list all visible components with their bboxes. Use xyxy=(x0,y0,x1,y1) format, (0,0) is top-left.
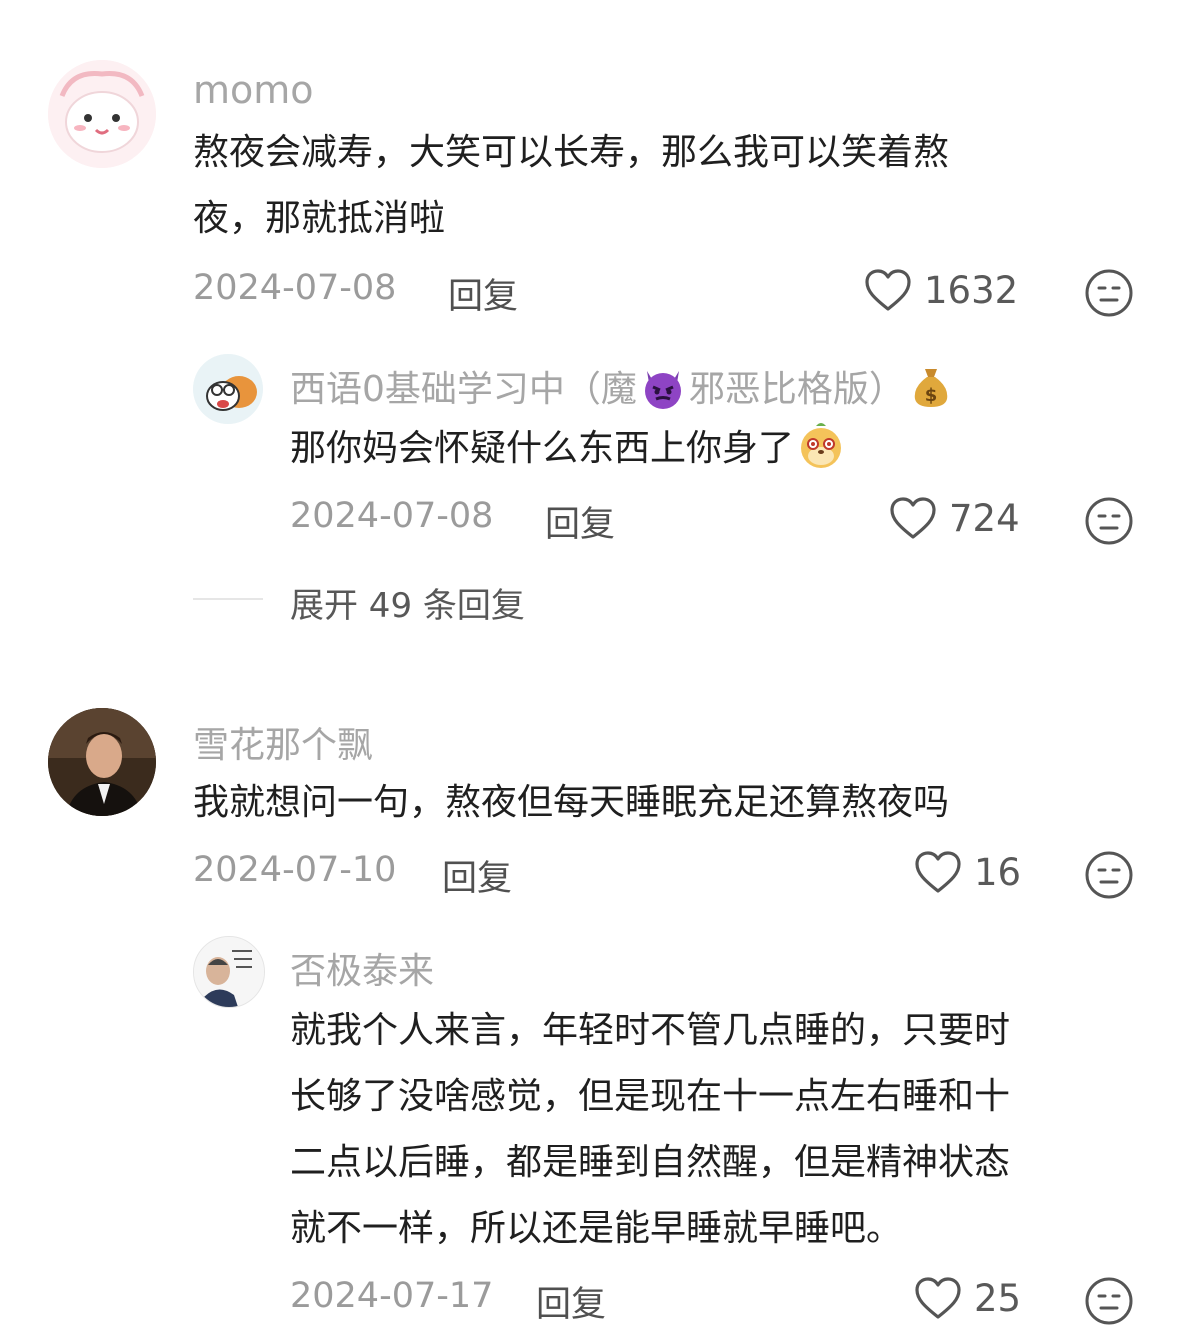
reply-text-line: 长够了没啥感觉，但是现在十一点左右睡和十 xyxy=(290,1076,1011,1117)
reply-button[interactable]: 回复 xyxy=(545,496,615,547)
avatar[interactable] xyxy=(48,708,156,816)
comment-text-line: 我就想问一句，熬夜但每天睡眠充足还算熬夜吗 xyxy=(193,782,950,823)
heart-icon xyxy=(865,269,911,311)
comment-date: 2024-07-10 xyxy=(193,850,397,890)
reply-button[interactable]: 回复 xyxy=(448,268,518,319)
avatar[interactable] xyxy=(193,936,265,1008)
like-count: 16 xyxy=(974,850,1022,894)
comment-text: 熬夜会减寿，大笑可以长寿，那么我可以笑着熬 夜，那就抵消啦 xyxy=(193,120,1133,252)
expand-divider xyxy=(193,598,263,600)
comment-text: 我就想问一句，熬夜但每天睡眠充足还算熬夜吗 xyxy=(193,770,1133,836)
reply-text-line: 二点以后睡，都是睡到自然醒，但是精神状态 xyxy=(290,1142,1011,1183)
username-text: 邪恶比格版） xyxy=(688,369,905,410)
comment-item: 雪花那个飘 我就想问一句，熬夜但每天睡眠充足还算熬夜吗 2024-07-10 回… xyxy=(0,700,1179,1339)
comment-text-line: 夜，那就抵消啦 xyxy=(193,198,446,239)
man-in-suit-icon xyxy=(48,708,156,816)
username-text: 西语0基础学习中（魔 xyxy=(290,369,637,410)
like-count: 724 xyxy=(949,496,1020,540)
reply-button[interactable]: 回复 xyxy=(536,1276,606,1327)
like-count: 1632 xyxy=(924,268,1019,312)
username[interactable]: momo xyxy=(193,68,314,112)
mole-face-emoji-icon xyxy=(801,423,842,468)
comment-text-line: 熬夜会减寿，大笑可以长寿，那么我可以笑着熬 xyxy=(193,132,950,173)
heart-icon xyxy=(915,1277,961,1319)
money-bag-emoji-icon: $ xyxy=(914,369,948,407)
avatar[interactable] xyxy=(193,354,263,424)
reply-text: 就我个人来言，年轻时不管几点睡的，只要时 长够了没啥感觉，但是现在十一点左右睡和… xyxy=(290,998,1150,1262)
like-count: 25 xyxy=(974,1276,1022,1320)
heart-icon xyxy=(890,497,936,539)
reply-date: 2024-07-17 xyxy=(290,1276,494,1316)
reply-text: 那你妈会怀疑什么东西上你身了 xyxy=(290,416,1130,482)
reply-text-line: 就不一样，所以还是能早睡就早睡吧。 xyxy=(290,1208,903,1249)
reply-text-content: 那你妈会怀疑什么东西上你身了 xyxy=(290,428,795,469)
neutral-face-icon[interactable] xyxy=(1084,850,1134,900)
svg-text:$: $ xyxy=(925,385,938,406)
neutral-face-icon[interactable] xyxy=(1084,496,1134,546)
comment-item: momo 熬夜会减寿，大笑可以长寿，那么我可以笑着熬 夜，那就抵消啦 2024-… xyxy=(0,0,1179,660)
like-button[interactable]: 724 xyxy=(889,496,1020,540)
reply-username[interactable]: 西语0基础学习中（魔 邪恶比格版） $ xyxy=(290,360,957,412)
cute-bunny-icon xyxy=(48,60,156,168)
neutral-face-icon[interactable] xyxy=(1084,1276,1134,1326)
comment-date: 2024-07-08 xyxy=(193,268,397,308)
reply-username[interactable]: 否极泰来 xyxy=(290,942,434,994)
sticker-icon xyxy=(194,937,264,1007)
devil-emoji-icon xyxy=(644,371,681,409)
reply-date: 2024-07-08 xyxy=(290,496,494,536)
expand-replies-button[interactable]: 展开 49 条回复 xyxy=(290,578,525,627)
username[interactable]: 雪花那个飘 xyxy=(193,716,373,768)
like-button[interactable]: 16 xyxy=(914,850,1021,894)
avatar[interactable] xyxy=(48,60,156,168)
like-button[interactable]: 1632 xyxy=(864,268,1018,312)
like-button[interactable]: 25 xyxy=(914,1276,1021,1320)
cartoon-dog-icon xyxy=(193,354,263,424)
reply-button[interactable]: 回复 xyxy=(442,850,512,901)
neutral-face-icon[interactable] xyxy=(1084,268,1134,318)
reply-text-line: 就我个人来言，年轻时不管几点睡的，只要时 xyxy=(290,1010,1011,1051)
heart-icon xyxy=(915,851,961,893)
